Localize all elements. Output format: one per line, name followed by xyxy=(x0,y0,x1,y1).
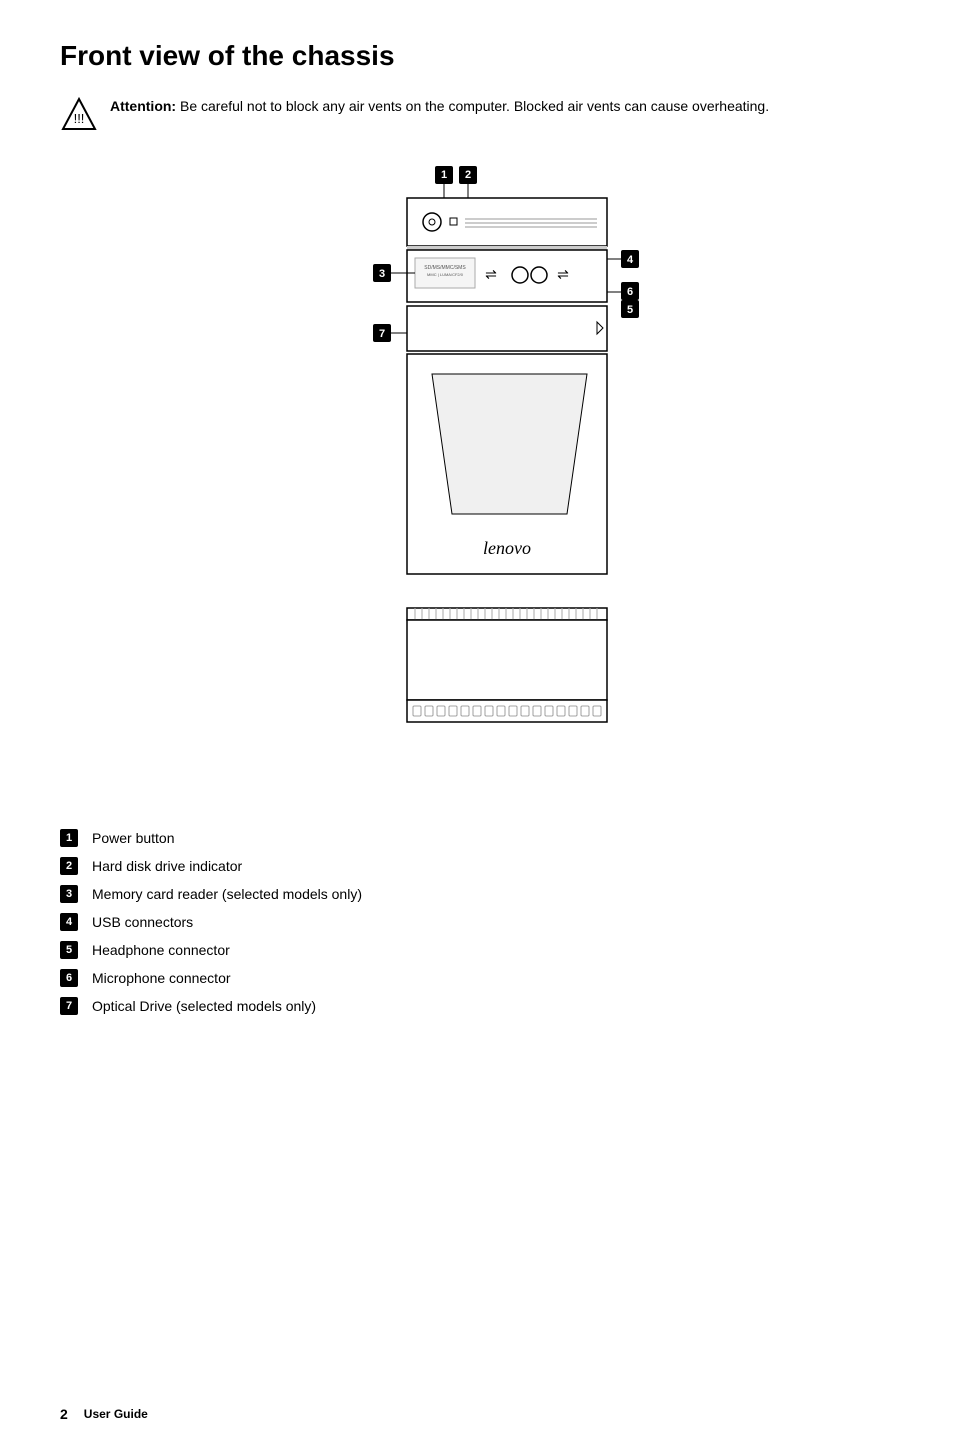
legend-item-1: 1 Power button xyxy=(60,829,894,847)
svg-text:4: 4 xyxy=(627,254,634,266)
svg-text:!!!: !!! xyxy=(74,111,85,126)
chassis-diagram: 1 2 SD/MS/MMC/SMS MMC | xyxy=(267,164,687,789)
svg-text:7: 7 xyxy=(379,328,385,340)
svg-text:3: 3 xyxy=(379,268,385,280)
legend-label-5: Headphone connector xyxy=(92,942,230,958)
page-title: Front view of the chassis xyxy=(60,40,894,72)
badge-1: 1 xyxy=(60,829,78,847)
diagram-container: 1 2 SD/MS/MMC/SMS MMC | xyxy=(60,164,894,789)
legend-item-5: 5 Headphone connector xyxy=(60,941,894,959)
attention-body: Be careful not to block any air vents on… xyxy=(180,98,769,114)
attention-icon: !!! xyxy=(60,96,98,134)
legend-label-4: USB connectors xyxy=(92,914,193,930)
attention-box: !!! Attention: Be careful not to block a… xyxy=(60,96,894,134)
legend-item-3: 3 Memory card reader (selected models on… xyxy=(60,885,894,903)
legend-item-2: 2 Hard disk drive indicator xyxy=(60,857,894,875)
chassis-svg: 1 2 SD/MS/MMC/SMS MMC | xyxy=(267,164,687,784)
legend-item-7: 7 Optical Drive (selected models only) xyxy=(60,997,894,1015)
legend-label-1: Power button xyxy=(92,830,175,846)
svg-text:6: 6 xyxy=(627,286,633,298)
svg-text:⇌: ⇌ xyxy=(485,266,497,282)
attention-label: Attention: xyxy=(110,98,176,114)
badge-2: 2 xyxy=(60,857,78,875)
svg-text:lenovo: lenovo xyxy=(483,538,531,558)
badge-4: 4 xyxy=(60,913,78,931)
svg-text:1: 1 xyxy=(441,169,447,181)
badge-6: 6 xyxy=(60,969,78,987)
legend-label-7: Optical Drive (selected models only) xyxy=(92,998,316,1014)
attention-text: Attention: Be careful not to block any a… xyxy=(110,96,769,117)
legend-list: 1 Power button 2 Hard disk drive indicat… xyxy=(60,829,894,1015)
footer-label: User Guide xyxy=(84,1407,148,1421)
badge-5: 5 xyxy=(60,941,78,959)
badge-7: 7 xyxy=(60,997,78,1015)
legend-item-4: 4 USB connectors xyxy=(60,913,894,931)
svg-text:⇌: ⇌ xyxy=(557,266,569,282)
footer: 2 User Guide xyxy=(60,1406,148,1422)
svg-text:5: 5 xyxy=(627,304,633,316)
svg-text:MMC | LUMA/CF2/0: MMC | LUMA/CF2/0 xyxy=(427,272,464,277)
legend-label-3: Memory card reader (selected models only… xyxy=(92,886,362,902)
footer-page-number: 2 xyxy=(60,1406,68,1422)
svg-text:2: 2 xyxy=(465,169,471,181)
legend-label-2: Hard disk drive indicator xyxy=(92,858,242,874)
legend-item-6: 6 Microphone connector xyxy=(60,969,894,987)
svg-text:SD/MS/MMC/SMS: SD/MS/MMC/SMS xyxy=(424,265,466,271)
legend-label-6: Microphone connector xyxy=(92,970,231,986)
badge-3: 3 xyxy=(60,885,78,903)
